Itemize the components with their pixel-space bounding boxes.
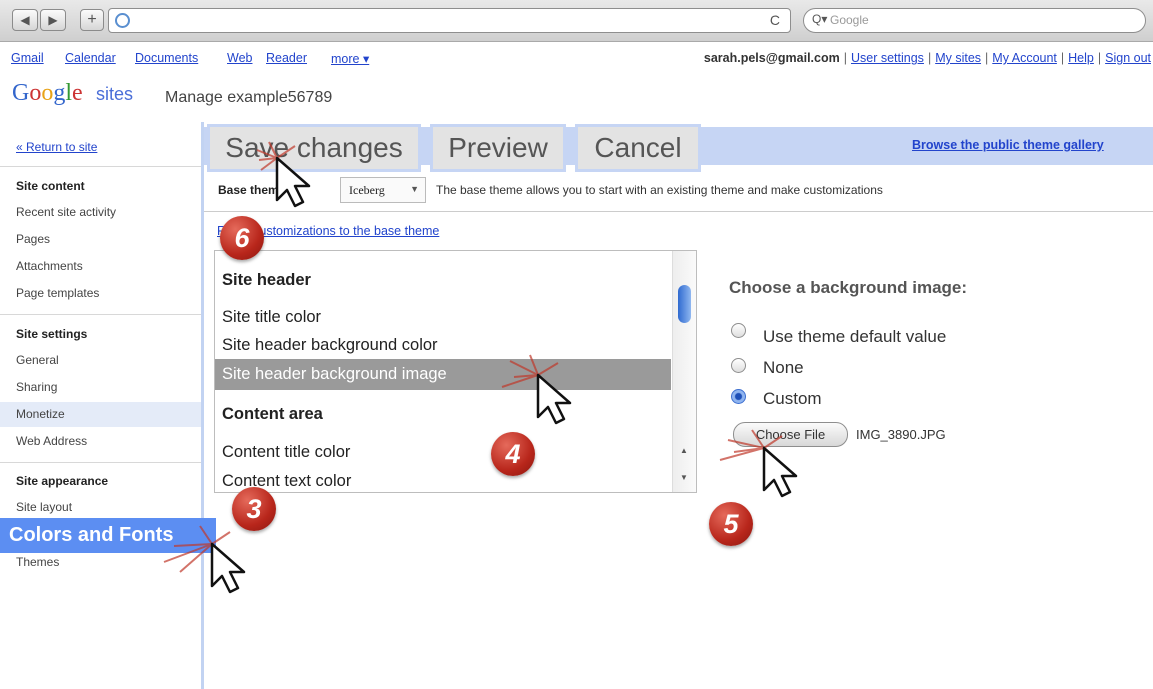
option-site-header-bg-image[interactable]: Site header background image (222, 365, 447, 384)
preview-label: Preview (448, 132, 548, 163)
documents-link[interactable]: Documents (135, 51, 198, 65)
scroll-thumb[interactable] (678, 285, 691, 323)
browser-toolbar: ◀ ▶ + C Q▾ Google (0, 0, 1153, 42)
cursor-icon (256, 141, 311, 208)
sidebar-item-web-address[interactable]: Web Address (16, 434, 87, 448)
radio-use-theme-default[interactable] (731, 323, 746, 338)
options-scrollbar[interactable]: ▲ ▼ (672, 251, 696, 492)
colors-and-fonts-label: Colors and Fonts (9, 524, 174, 546)
scroll-down-icon[interactable]: ▼ (680, 473, 688, 482)
base-theme-description: The base theme allows you to start with … (436, 183, 883, 197)
radio-custom[interactable] (731, 389, 746, 404)
calendar-link[interactable]: Calendar (65, 51, 116, 65)
help-link[interactable]: Help (1068, 51, 1094, 65)
sidebar-divider (0, 462, 202, 463)
account-links: sarah.pels@gmail.com | User settings | My si… (703, 51, 1151, 65)
return-to-site-link[interactable]: « Return to site (16, 140, 97, 154)
site-appearance-heading: Site appearance (16, 474, 109, 488)
sites-product-label: sites (96, 84, 134, 104)
plus-icon: + (87, 11, 97, 28)
new-tab-button[interactable]: + (80, 9, 104, 31)
site-header-heading: Site header (222, 271, 311, 289)
sidebar-divider (0, 166, 202, 167)
back-button[interactable]: ◀ (12, 9, 38, 31)
web-link[interactable]: Web (227, 51, 252, 65)
cancel-button[interactable]: Cancel (575, 124, 701, 172)
cursor-icon (163, 525, 246, 594)
sidebar-divider (0, 314, 202, 315)
site-content-heading: Site content (16, 179, 85, 193)
option-site-header-bg-color[interactable]: Site header background color (222, 336, 438, 355)
sidebar-item-pages[interactable]: Pages (16, 232, 50, 246)
step-badge-6: 6 (220, 216, 264, 260)
option-content-text-color[interactable]: Content text color (222, 472, 351, 491)
reader-link[interactable]: Reader (266, 51, 307, 65)
forward-icon: ▶ (48, 13, 58, 27)
sidebar-item-sharing[interactable]: Sharing (16, 380, 57, 394)
theme-options-list[interactable]: Site header Site title color Site header… (214, 250, 697, 493)
option-site-title-color[interactable]: Site title color (222, 308, 321, 327)
reload-icon[interactable]: C (770, 12, 780, 28)
chevron-down-icon: ▼ (410, 184, 419, 194)
cancel-label: Cancel (594, 132, 682, 163)
radio-label-none: None (763, 358, 804, 377)
cursor-icon (501, 354, 572, 425)
google-logo: Google (12, 80, 83, 106)
browser-search-field[interactable]: Q▾ Google (803, 8, 1146, 33)
my-sites-link[interactable]: My sites (935, 51, 981, 65)
background-image-title: Choose a background image: (729, 278, 968, 297)
back-icon: ◀ (20, 13, 30, 27)
sidebar-item-attachments[interactable]: Attachments (16, 259, 83, 273)
sign-out-link[interactable]: Sign out (1105, 51, 1151, 65)
base-theme-select[interactable]: Iceberg ▼ (340, 177, 426, 203)
step-number: 3 (246, 493, 262, 524)
radio-label-custom: Custom (763, 389, 822, 408)
radio-label-use-theme-default: Use theme default value (763, 327, 947, 346)
preview-button[interactable]: Preview (430, 124, 566, 172)
user-settings-link[interactable]: User settings (851, 51, 924, 65)
radio-none[interactable] (731, 358, 746, 373)
option-content-title-color[interactable]: Content title color (222, 443, 350, 462)
sidebar-item-themes[interactable]: Themes (16, 555, 59, 569)
gmail-link[interactable]: Gmail (11, 51, 44, 65)
google-bar: Gmail Calendar Documents Web Reader more… (0, 46, 1153, 72)
sidebar-item-recent-activity[interactable]: Recent site activity (16, 205, 116, 219)
my-account-link[interactable]: My Account (992, 51, 1057, 65)
sidebar-item-site-layout[interactable]: Site layout (16, 500, 72, 514)
site-settings-heading: Site settings (16, 327, 88, 341)
cursor-icon (719, 429, 798, 498)
forward-button[interactable]: ▶ (40, 9, 66, 31)
page-title: Manage example56789 (165, 89, 333, 106)
user-email: sarah.pels@gmail.com (703, 51, 840, 65)
sidebar-item-monetize[interactable]: Monetize (16, 407, 65, 421)
browse-theme-gallery-link[interactable]: Browse the public theme gallery (912, 138, 1104, 152)
search-placeholder: Google (830, 13, 869, 27)
selected-file-name: IMG_3890.JPG (856, 427, 946, 442)
globe-icon (115, 13, 130, 28)
sidebar-item-page-templates[interactable]: Page templates (16, 286, 99, 300)
address-bar[interactable]: C (108, 8, 791, 33)
base-theme-value: Iceberg (349, 183, 385, 197)
divider (204, 211, 1153, 212)
sidebar-item-general[interactable]: General (16, 353, 59, 367)
step-number: 6 (234, 222, 250, 253)
scroll-up-icon[interactable]: ▲ (680, 446, 688, 455)
more-menu[interactable]: more ▾ (331, 51, 369, 66)
search-icon: Q▾ (812, 12, 828, 26)
content-area-heading: Content area (222, 405, 323, 423)
